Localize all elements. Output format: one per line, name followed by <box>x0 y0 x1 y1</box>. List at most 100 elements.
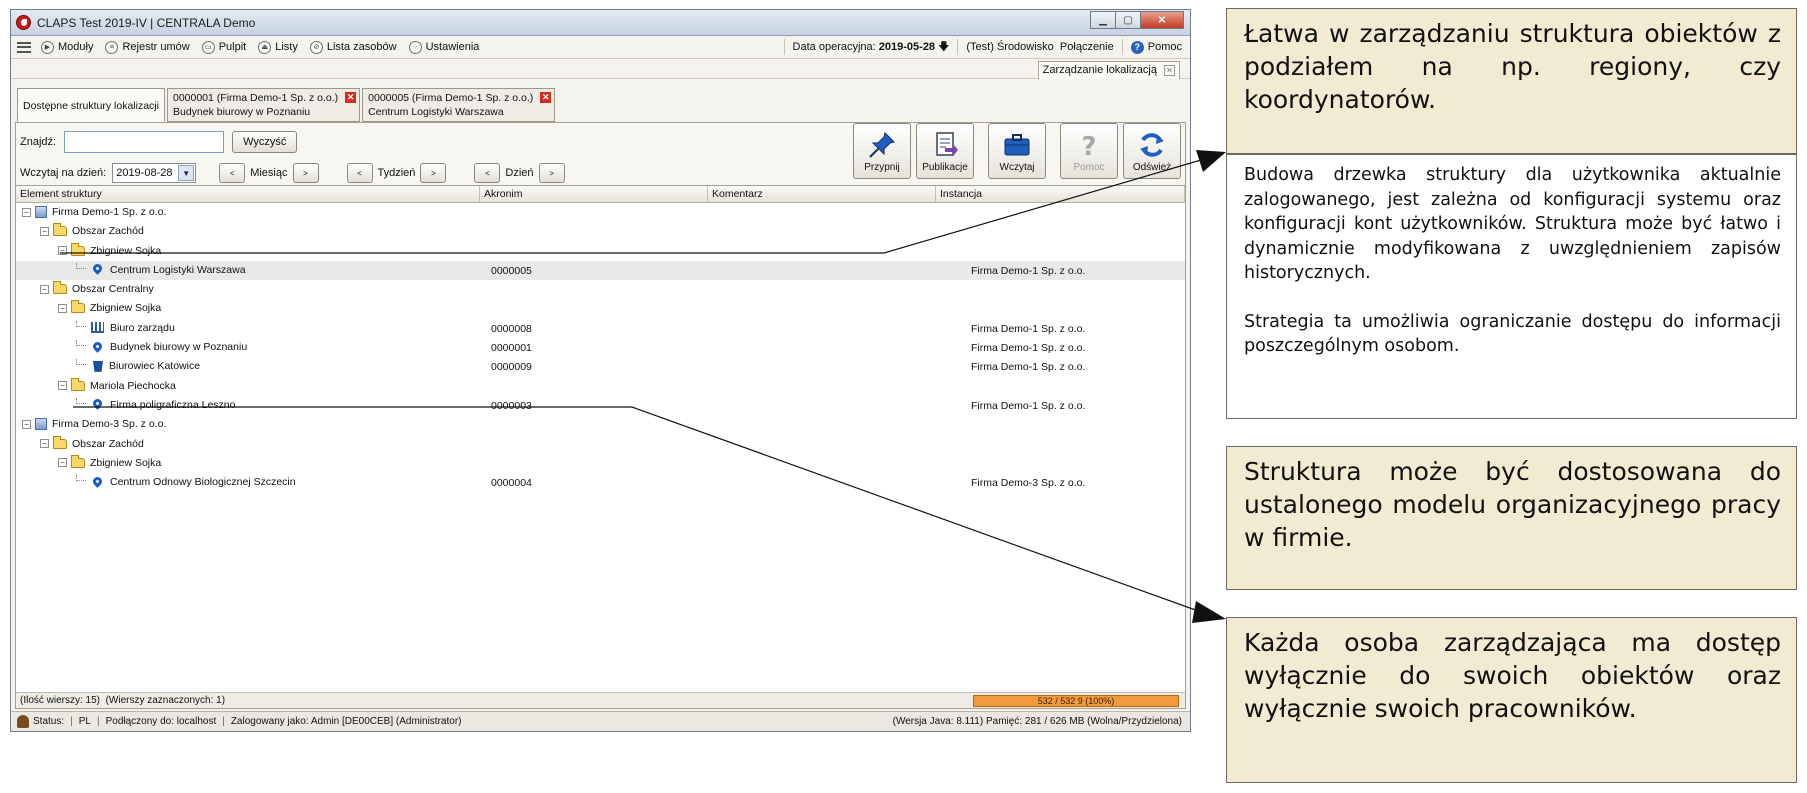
menu-item-resources[interactable]: ⊘ Lista zasobów <box>309 40 397 54</box>
collapse-icon[interactable]: − <box>40 226 49 236</box>
collapse-icon[interactable]: − <box>58 303 67 313</box>
minimize-button[interactable]: ▁ <box>1090 11 1116 29</box>
table-row[interactable]: Budynek biurowy w Poznaniu 0000001 Firma… <box>16 338 1185 357</box>
search-input[interactable] <box>64 131 225 153</box>
collapse-icon[interactable]: − <box>22 419 31 429</box>
lists-icon: ⏏ <box>258 40 272 54</box>
table-row[interactable]: − Mariola Piechocka <box>16 377 1185 396</box>
help-icon[interactable]: ? <box>1130 40 1144 54</box>
annotation-text: Struktura może być dostosowana do ustalo… <box>1244 457 1781 552</box>
menu-item-environment[interactable]: Środowisko <box>997 41 1054 53</box>
table-row[interactable]: − Obszar Zachód <box>16 435 1185 454</box>
arrow-down-icon[interactable]: 🡇 <box>938 38 949 57</box>
table-row[interactable]: Firma poligraficzna Leszno 0000003 Firma… <box>16 396 1185 415</box>
table-row[interactable]: − Obszar Zachód <box>16 222 1185 241</box>
status-label: Status: <box>33 716 65 727</box>
refresh-button[interactable]: Odśwież <box>1123 123 1181 179</box>
table-row[interactable]: − Zbigniew Sojka <box>16 454 1185 473</box>
table-row[interactable]: Centrum Logistyki Warszawa 0000005 Firma… <box>16 260 1185 281</box>
menu-item-connection[interactable]: Połączenie <box>1060 41 1114 53</box>
tab-object-0000001[interactable]: 0000001 (Firma Demo-1 Sp. z o.o.) Budyne… <box>166 88 361 122</box>
close-button[interactable]: ✕ <box>1140 11 1184 29</box>
row-instance: Firma Demo-1 Sp. z o.o. <box>971 264 1086 277</box>
row-acronym: 0000008 <box>491 322 532 335</box>
row-acronym: 0000003 <box>491 399 532 412</box>
tab-available-structures[interactable]: Dostępne struktury lokalizacji <box>17 88 165 122</box>
collapse-icon[interactable]: − <box>22 207 31 217</box>
window-title: CLAPS Test 2019-IV | CENTRALA Demo <box>37 16 256 30</box>
row-acronym: 0000004 <box>491 477 532 490</box>
pin-button[interactable]: Przypnij <box>853 123 911 179</box>
prev-month-button[interactable]: < <box>219 163 246 183</box>
menu-item-modules[interactable]: ▶ Moduły <box>41 40 93 54</box>
folder-icon <box>53 223 67 237</box>
prev-week-button[interactable]: < <box>346 163 373 183</box>
prev-day-button[interactable]: < <box>474 163 501 183</box>
briefcase-icon <box>1004 134 1030 156</box>
publication-icon <box>936 132 958 156</box>
column-header-element[interactable]: Element struktury <box>16 186 480 202</box>
tab-object-0000005[interactable]: 0000005 (Firma Demo-1 Sp. z o.o.) Centru… <box>362 88 556 122</box>
button-label: Publikacje <box>922 162 968 173</box>
tab-label-line1: 0000005 (Firma Demo-1 Sp. z o.o.) <box>368 92 534 104</box>
close-tab-icon[interactable]: ✕ <box>540 92 552 103</box>
table-row[interactable]: Biurowiec Katowice 0000009 Firma Demo-1 … <box>16 357 1185 376</box>
menu-bar: ▶ Moduły ≡ Rejestr umów ▭ Pulpit ⏏ Listy ⊘ Li… <box>11 36 1190 59</box>
progress-bar: 532 / 532 9 (100%) <box>973 695 1179 707</box>
publications-button[interactable]: Publikacje <box>916 123 974 179</box>
collapse-icon[interactable]: − <box>40 439 49 449</box>
title-bar[interactable]: CLAPS Test 2019-IV | CENTRALA Demo ▁ ▢ ✕ <box>11 10 1190 36</box>
next-day-button[interactable]: > <box>538 163 565 183</box>
menu-item-help[interactable]: Pomoc <box>1148 41 1182 53</box>
collapse-icon[interactable]: − <box>58 381 67 391</box>
table-row[interactable]: Centrum Odnowy Biologicznej Szczecin 000… <box>16 473 1185 492</box>
row-acronym: 0000005 <box>491 264 532 277</box>
row-name: Firma Demo-1 Sp. z o.o. <box>52 206 167 218</box>
folder-icon <box>71 377 85 391</box>
maximize-button[interactable]: ▢ <box>1115 11 1141 29</box>
menu-item-desktop[interactable]: ▭ Pulpit <box>201 40 246 54</box>
question-icon: ? <box>1081 132 1096 160</box>
annotation-access-scope: Każda osoba zarządzająca ma dostęp wyłąc… <box>1226 617 1797 783</box>
table-row[interactable]: − Zbigniew Sojka <box>16 299 1185 318</box>
close-tab-icon[interactable]: ✕ <box>345 92 357 103</box>
row-name: Zbigniew Sojka <box>90 456 162 469</box>
column-header-comment[interactable]: Komentarz <box>708 186 936 202</box>
menu-item-settings[interactable]: ⁘ Ustawienia <box>408 40 479 54</box>
folder-icon <box>53 435 67 449</box>
collapse-icon[interactable]: − <box>40 284 49 294</box>
row-name: Biurowiec Katowice <box>109 360 201 373</box>
arrowhead-1 <box>1196 150 1226 172</box>
menu-item-register[interactable]: ≡ Rejestr umów <box>105 40 190 54</box>
hamburger-menu-icon[interactable] <box>17 41 31 53</box>
menu-item-lists[interactable]: ⏏ Listy <box>258 40 298 54</box>
location-pin-icon <box>91 339 104 353</box>
divider: | <box>222 716 225 727</box>
close-tab-icon[interactable]: ✕ <box>1164 65 1175 76</box>
date-picker[interactable]: 2019-08-28 ▼ <box>112 163 197 183</box>
table-row[interactable]: − Obszar Centralny <box>16 280 1185 299</box>
row-name: Zbigniew Sojka <box>90 244 162 257</box>
next-week-button[interactable]: > <box>420 163 447 183</box>
play-circle-icon: ▶ <box>41 40 54 54</box>
tab-location-management[interactable]: Zarządzanie lokalizacją ✕ <box>1037 61 1180 79</box>
row-name: Firma Demo-3 Sp. z o.o. <box>52 418 167 431</box>
table-row[interactable]: Biuro zarządu 0000008 Firma Demo-1 Sp. z… <box>16 319 1185 338</box>
clear-button[interactable]: Wyczyść <box>232 131 298 153</box>
column-header-acronym[interactable]: Akronim <box>480 186 708 202</box>
help-button[interactable]: ? Pomoc <box>1060 123 1118 179</box>
operational-date-label: Data operacyjna: <box>792 41 876 53</box>
column-header-instance[interactable]: Instancja <box>936 186 1185 202</box>
collapse-icon[interactable]: − <box>58 246 67 256</box>
load-button[interactable]: Wczytaj <box>988 123 1046 179</box>
chevron-down-icon[interactable]: ▼ <box>178 165 195 181</box>
connection-status: Podłączony do: localhost <box>105 716 217 727</box>
language-indicator[interactable]: PL <box>79 716 91 727</box>
table-row[interactable]: − Firma Demo-1 Sp. z o.o. <box>16 203 1185 222</box>
grid-header: Element struktury Akronim Komentarz Inst… <box>16 186 1185 203</box>
next-month-button[interactable]: > <box>292 163 319 183</box>
operational-date-value[interactable]: 2019-05-28 <box>879 41 935 53</box>
table-row[interactable]: − Zbigniew Sojka <box>16 242 1185 261</box>
collapse-icon[interactable]: − <box>58 458 67 468</box>
table-row[interactable]: − Firma Demo-3 Sp. z o.o. <box>16 415 1185 434</box>
